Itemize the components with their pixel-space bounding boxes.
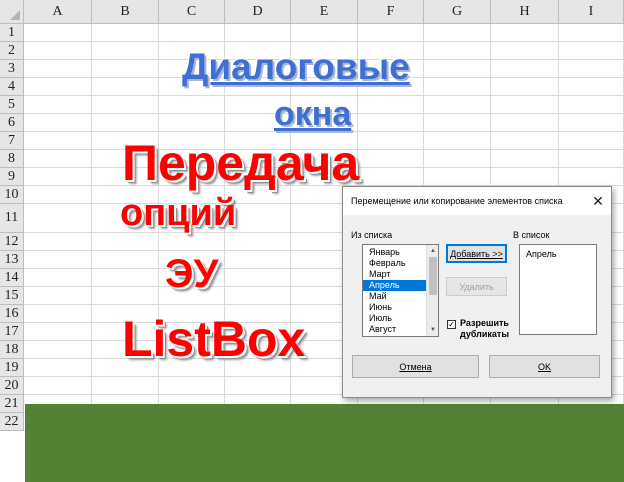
source-listbox[interactable]: Январь Февраль Март Апрель Май Июнь Июль Август… [362, 244, 439, 337]
row-header-20[interactable]: 20 [0, 377, 24, 395]
row-header-8[interactable]: 8 [0, 150, 24, 168]
allow-duplicates-line2: дубликаты [460, 329, 510, 339]
row-header-5[interactable]: 5 [0, 96, 24, 114]
scroll-up-icon[interactable]: ▲ [428, 246, 438, 256]
row-header-11[interactable]: 11 [0, 204, 24, 233]
allow-duplicates-line1: Разрешить [460, 318, 509, 328]
target-list-item[interactable]: Апрель [520, 249, 596, 260]
wordart-listbox: ListBox [122, 311, 306, 367]
source-list-item[interactable]: Июль [363, 313, 426, 324]
ok-button-label: OK [537, 361, 551, 372]
cancel-button[interactable]: Отмена [352, 355, 479, 378]
source-list-item[interactable]: Январь [363, 247, 426, 258]
column-header-e[interactable]: E [291, 0, 358, 24]
wordart-options: опций [120, 192, 237, 234]
row-gridline [24, 41, 624, 42]
row-header-16[interactable]: 16 [0, 305, 24, 323]
wordart-windows-title: окна [274, 95, 352, 133]
close-icon[interactable]: ✕ [585, 187, 611, 215]
wordart-controls: ЭУ [165, 252, 219, 296]
column-header-b[interactable]: B [92, 0, 159, 24]
dialog-title: Перемещение или копирование элементов сп… [351, 196, 563, 206]
row-header-13[interactable]: 13 [0, 251, 24, 269]
source-list-item[interactable]: Февраль [363, 258, 426, 269]
ok-button[interactable]: OK [489, 355, 600, 378]
source-list-item[interactable]: Июнь [363, 302, 426, 313]
scroll-thumb[interactable] [429, 257, 437, 295]
cancel-button-label: Отмена [399, 361, 432, 372]
row-header-3[interactable]: 3 [0, 60, 24, 78]
scroll-down-icon[interactable]: ▼ [428, 325, 438, 335]
source-list-item[interactable]: Май [363, 291, 426, 302]
target-list-label: В список [513, 230, 550, 240]
row-header-19[interactable]: 19 [0, 359, 24, 377]
row-header-2[interactable]: 2 [0, 42, 24, 60]
column-header-a[interactable]: A [24, 0, 92, 24]
dialog-titlebar[interactable]: Перемещение или копирование элементов сп… [343, 187, 611, 215]
column-header-h[interactable]: H [491, 0, 559, 24]
row-header-17[interactable]: 17 [0, 323, 24, 341]
source-list-item[interactable]: Апрель [363, 280, 426, 291]
column-header-d[interactable]: D [225, 0, 291, 24]
row-header-22[interactable]: 22 [0, 413, 24, 431]
column-header-c[interactable]: C [159, 0, 225, 24]
row-header-14[interactable]: 14 [0, 269, 24, 287]
source-list-item[interactable]: Август [363, 324, 426, 335]
wordart-dialogs-title: Диалоговые [182, 46, 410, 87]
row-header-18[interactable]: 18 [0, 341, 24, 359]
source-scrollbar[interactable]: ▲ ▼ [426, 245, 438, 336]
remove-button[interactable]: Удалить [446, 277, 507, 296]
wordart-transfer: Передача [122, 135, 360, 191]
move-copy-list-dialog: Перемещение или копирование элементов сп… [342, 186, 612, 398]
allow-duplicates-checkbox[interactable]: ✓ [447, 320, 456, 329]
row-header-15[interactable]: 15 [0, 287, 24, 305]
target-items: Апрель [520, 245, 596, 260]
column-header-g[interactable]: G [424, 0, 491, 24]
row-header-21[interactable]: 21 [0, 395, 24, 413]
remove-button-label: Удалить [459, 281, 494, 292]
add-button[interactable]: Добавить >> [446, 244, 507, 263]
target-listbox[interactable]: Апрель [519, 244, 597, 335]
check-mark-icon: ✓ [448, 320, 455, 329]
green-filled-rows [25, 404, 624, 482]
select-all-corner[interactable] [0, 0, 24, 24]
row-header-6[interactable]: 6 [0, 114, 24, 132]
row-header-7[interactable]: 7 [0, 132, 24, 150]
add-button-label: Добавить >> [450, 248, 503, 259]
row-header-1[interactable]: 1 [0, 24, 24, 42]
column-header-i[interactable]: I [559, 0, 624, 24]
row-header-9[interactable]: 9 [0, 168, 24, 186]
allow-duplicates-label[interactable]: Разрешить дубликаты [460, 318, 509, 340]
source-list-item[interactable]: Март [363, 269, 426, 280]
row-header-12[interactable]: 12 [0, 233, 24, 251]
column-header-f[interactable]: F [358, 0, 424, 24]
row-header-4[interactable]: 4 [0, 78, 24, 96]
source-list-label: Из списка [351, 230, 393, 240]
row-header-10[interactable]: 10 [0, 186, 24, 204]
